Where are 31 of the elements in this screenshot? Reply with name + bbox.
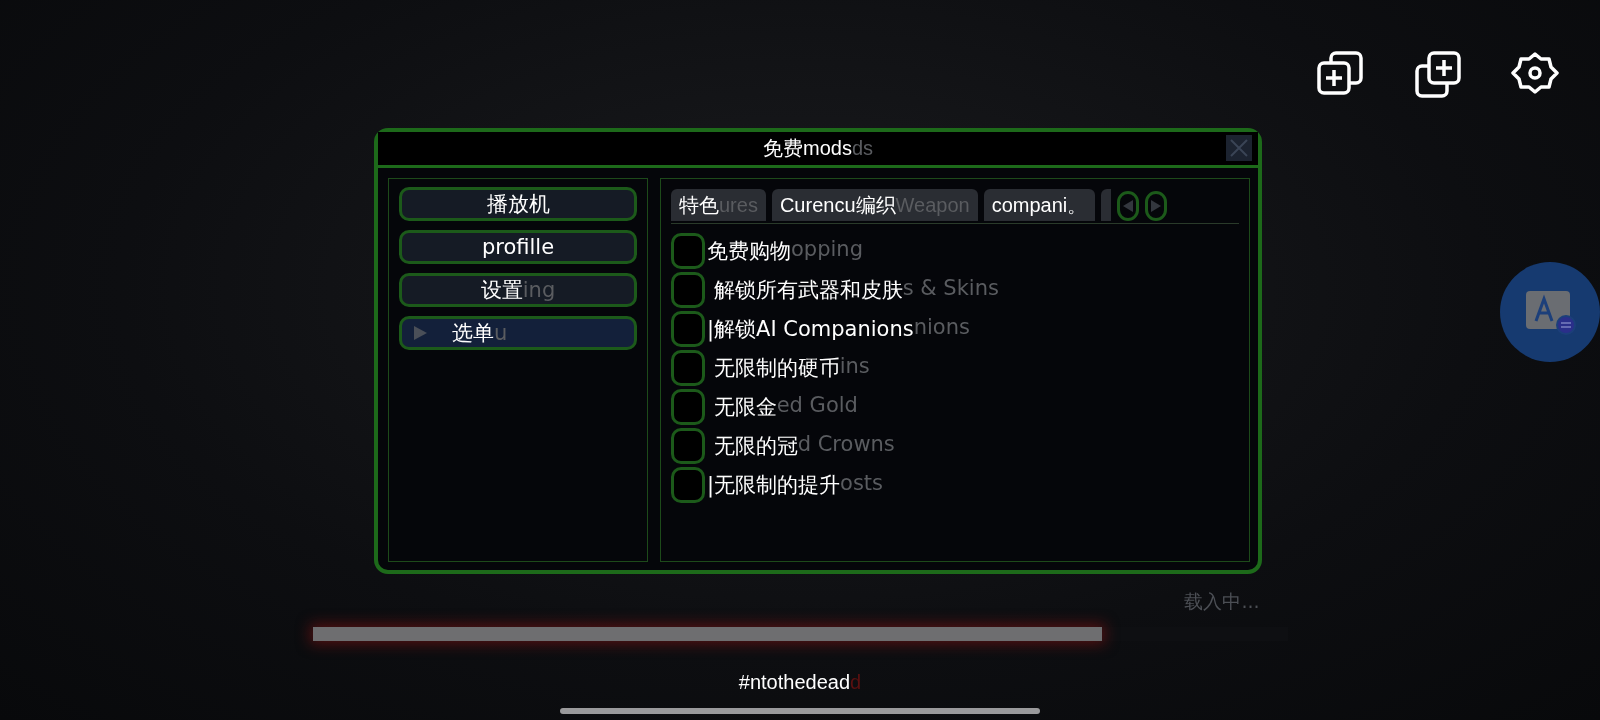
option-label: 免费购物opping xyxy=(707,237,863,265)
tab[interactable]: compani。 xyxy=(983,189,1096,221)
checkbox[interactable] xyxy=(671,389,705,425)
checkbox[interactable] xyxy=(671,272,705,308)
window-title: 免费modsds xyxy=(763,136,873,161)
right-triangle-icon xyxy=(1150,199,1163,213)
hashtag-text: #ntothedeadd xyxy=(738,671,862,694)
sidebar-item[interactable]: 播放机 xyxy=(399,187,637,221)
option-label: |无限制的提升osts xyxy=(707,471,884,499)
sidebar-item[interactable]: 选单u xyxy=(399,316,637,350)
sidebar-item[interactable]: 设置ing xyxy=(399,273,637,307)
option-label: 解锁所有武器和皮肤s & Skins xyxy=(712,276,999,304)
tab[interactable]: Curencu编织Weapon xyxy=(771,189,978,221)
checkbox[interactable] xyxy=(671,311,705,347)
sidebar-item[interactable]: profille xyxy=(399,230,637,264)
close-button[interactable] xyxy=(1226,135,1252,161)
checkbox[interactable] xyxy=(671,428,705,464)
tab[interactable]: 特色ures xyxy=(671,189,766,221)
tab-left-button[interactable] xyxy=(1117,191,1140,221)
option-label: 无限金ed Gold xyxy=(712,393,858,421)
checkbox[interactable] xyxy=(671,233,705,269)
checkbox[interactable] xyxy=(671,467,705,503)
option-label: 无限制的硬币ins xyxy=(712,354,870,382)
tab-stub[interactable] xyxy=(1101,189,1112,221)
tab-right-button[interactable] xyxy=(1145,191,1168,221)
loading-label: 载入中... xyxy=(1184,589,1260,614)
checkbox[interactable] xyxy=(671,350,705,386)
left-triangle-icon xyxy=(1122,199,1135,213)
option-label: 无限的冠d Crowns xyxy=(712,432,895,460)
expand-icon xyxy=(412,325,428,341)
option-label: |解锁AI Companionsnions xyxy=(707,315,970,343)
